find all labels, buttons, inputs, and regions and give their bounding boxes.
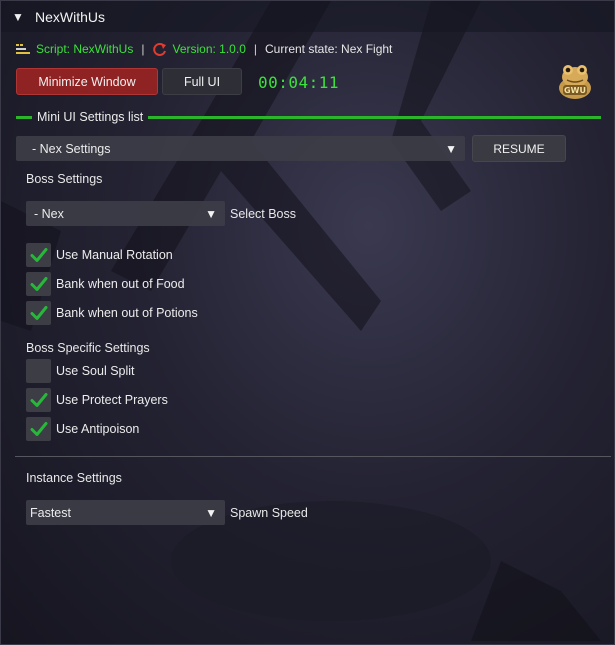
section-line-left [16, 115, 32, 119]
checkmark-icon [30, 422, 47, 436]
select-boss-label: Select Boss [230, 207, 297, 221]
refresh-icon [153, 43, 167, 56]
checkmark-icon [30, 393, 47, 407]
info-bar: Script: NexWithUs | Version: 1.0.0 | Cur… [16, 41, 392, 57]
script-window: ▼ NexWithUs Script: NexWithUs | Version:… [0, 0, 615, 645]
section-label: Mini UI Settings list [37, 110, 144, 124]
checkbox-antipoison[interactable]: Use Antipoison [26, 417, 139, 441]
checkbox-protect-prayers[interactable]: Use Protect Prayers [26, 388, 168, 412]
mini-ui-section-header: Mini UI Settings list [16, 108, 601, 126]
checkbox-soul-split[interactable]: Use Soul Split [26, 359, 135, 383]
title-bar[interactable]: ▼ NexWithUs [1, 1, 614, 32]
checkbox[interactable] [26, 301, 51, 325]
checkbox[interactable] [26, 272, 51, 296]
checkbox-manual-rotation[interactable]: Use Manual Rotation [26, 243, 173, 267]
settings-list-dropdown[interactable]: - Nex Settings ▼ [16, 136, 465, 161]
checkbox[interactable] [26, 417, 51, 441]
logo-text: GWU [564, 86, 586, 95]
resume-button[interactable]: RESUME [472, 135, 566, 162]
script-icon [16, 44, 30, 54]
checkmark-icon [30, 248, 47, 262]
separator: | [253, 42, 257, 56]
checkbox[interactable] [26, 359, 51, 383]
minimize-window-button[interactable]: Minimize Window [16, 68, 158, 95]
caret-down-icon: ▼ [205, 206, 217, 221]
checkmark-icon [30, 306, 47, 320]
checkbox-bank-potions[interactable]: Bank when out of Potions [26, 301, 198, 325]
instance-settings-heading: Instance Settings [26, 471, 122, 485]
collapse-triangle-icon[interactable]: ▼ [12, 10, 26, 24]
section-line-right [148, 115, 601, 119]
checkbox-bank-food[interactable]: Bank when out of Food [26, 272, 185, 296]
checkbox[interactable] [26, 243, 51, 267]
boss-select-dropdown[interactable]: - Nex ▼ [26, 201, 225, 226]
boss-select-value: - Nex [34, 206, 64, 221]
window-title: NexWithUs [35, 8, 106, 25]
full-ui-button[interactable]: Full UI [162, 68, 242, 95]
script-name: Script: NexWithUs [36, 42, 134, 56]
section-divider [15, 456, 611, 457]
separator: | [141, 42, 145, 56]
checkbox-label: Use Manual Rotation [56, 248, 173, 262]
caret-down-icon: ▼ [205, 505, 217, 520]
boss-specific-heading: Boss Specific Settings [26, 341, 150, 355]
caret-down-icon: ▼ [445, 141, 457, 156]
version-label: Version: 1.0.0 [172, 42, 246, 56]
run-timer: 00:04:11 [258, 73, 340, 92]
spawn-speed-label: Spawn Speed [230, 506, 308, 520]
checkbox-label: Bank when out of Food [56, 277, 185, 291]
spawn-speed-dropdown[interactable]: Fastest ▼ [26, 500, 225, 525]
checkbox-label: Bank when out of Potions [56, 306, 198, 320]
checkbox-label: Use Antipoison [56, 422, 140, 436]
checkbox-label: Use Soul Split [56, 364, 135, 378]
boss-settings-heading: Boss Settings [26, 172, 103, 186]
spawn-speed-value: Fastest [30, 505, 71, 520]
checkbox[interactable] [26, 388, 51, 412]
current-state: Current state: Nex Fight [265, 42, 393, 56]
toad-logo: GWU [559, 65, 591, 99]
checkbox-label: Use Protect Prayers [56, 393, 168, 407]
settings-list-value: - Nex Settings [32, 141, 111, 156]
checkmark-icon [30, 277, 47, 291]
